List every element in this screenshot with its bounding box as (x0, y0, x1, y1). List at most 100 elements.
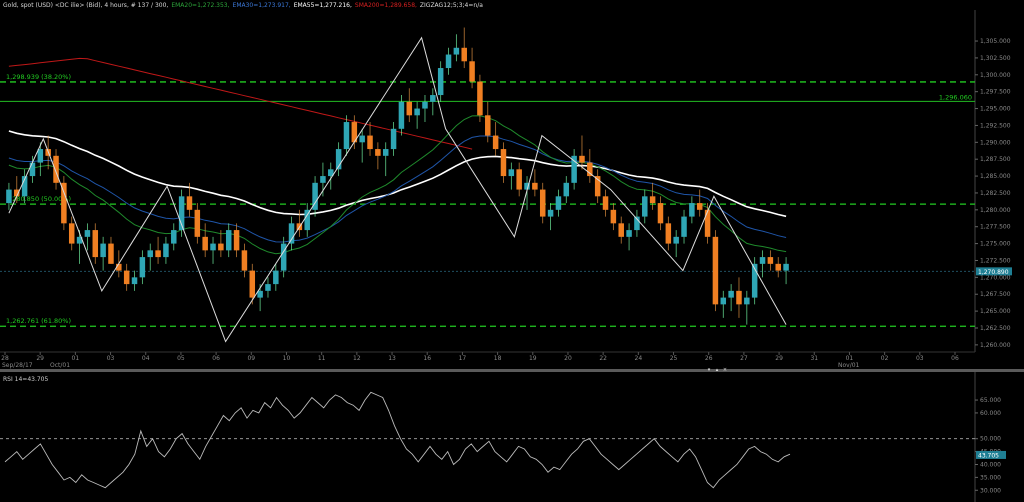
candle-body (736, 290, 742, 305)
candle-body (37, 149, 44, 163)
candle-body (775, 263, 781, 271)
candle-body (492, 135, 499, 150)
candle-body (359, 135, 365, 143)
price-tick-label: 1,295.000 (980, 106, 1011, 113)
candle-body (516, 169, 522, 190)
time-tick-label: 12 (353, 355, 361, 362)
time-tick-label: 17 (459, 355, 467, 362)
candle-body (610, 209, 617, 224)
rsi-last-label: 43.705 (978, 452, 999, 459)
time-tick-label: 29 (36, 355, 44, 362)
candle-body (225, 230, 232, 251)
price-tick-label: 1,285.000 (980, 173, 1011, 180)
candle-body (744, 297, 750, 305)
candle-body (508, 169, 515, 177)
candle-body (453, 47, 460, 55)
candle-body (689, 203, 695, 217)
candle-body (681, 216, 687, 237)
candle-body (249, 270, 256, 298)
candle-body (500, 149, 507, 177)
candle-body (539, 189, 546, 217)
time-tick-label: 06 (212, 355, 220, 362)
candle-body (642, 196, 648, 217)
candle-body (767, 257, 774, 264)
candle-body (602, 196, 609, 210)
time-tick-label: 04 (142, 355, 150, 362)
time-tick-label: 16 (423, 355, 431, 362)
candle-body (563, 182, 570, 197)
rsi-chart[interactable]: 65.00060.00050.00045.00040.00035.00030.0… (0, 372, 1024, 502)
candle-body (414, 108, 420, 116)
horizontal-line-label: 1,296.060 (939, 93, 972, 101)
candle-body (445, 54, 452, 69)
rsi-tick-label: 65.000 (980, 397, 1001, 404)
rsi-tick-label: 30.000 (980, 487, 1001, 494)
candle-body (783, 263, 789, 271)
candle-body (92, 230, 99, 258)
time-tick-label: 01 (846, 355, 854, 362)
candle-body (171, 230, 177, 244)
time-tick-label: 11 (318, 355, 326, 362)
candle-body (155, 250, 161, 258)
candle-body (218, 243, 224, 251)
price-tick-label: 1,272.500 (980, 257, 1011, 264)
candle-body (712, 236, 719, 305)
candle-body (131, 277, 138, 285)
ema30-label: EMA30=1,273.917, (232, 2, 291, 9)
candle-body (579, 155, 585, 163)
fib-level-label: 1,298.939 (38.20%) (6, 73, 71, 81)
candle-body (657, 203, 664, 224)
candle-body (728, 290, 734, 298)
candle-body (461, 47, 467, 62)
time-tick-label: 13 (388, 355, 396, 362)
time-tick-label: 19 (529, 355, 537, 362)
candle-body (6, 189, 12, 204)
price-tick-label: 1,280.000 (980, 207, 1011, 214)
candle-body (626, 230, 632, 237)
zigzag-label: ZIGZAG12;5;3;4=n/a (419, 2, 483, 9)
time-tick-label: 29 (775, 355, 783, 362)
time-tick-label: 09 (247, 355, 255, 362)
candle-body (233, 230, 240, 251)
time-tick-label: 18 (494, 355, 502, 362)
candle-body (696, 203, 703, 210)
candle-body (123, 270, 130, 285)
ema20-label: EMA20=1,272.353, (171, 2, 230, 9)
candle-body (430, 95, 436, 102)
candle-body (367, 135, 373, 150)
last-price-label: 1,270.890 (978, 269, 1009, 276)
candle-body (68, 223, 75, 244)
price-tick-label: 1,290.000 (980, 139, 1011, 146)
candle-body (163, 243, 169, 258)
candle-body (53, 155, 59, 183)
sma200-label: SMA200=1,289.658, (354, 2, 417, 9)
price-tick-label: 1,277.500 (980, 224, 1011, 231)
price-tick-label: 1,287.500 (980, 156, 1011, 163)
rsi-tick-label: 35.000 (980, 474, 1001, 481)
price-tick-label: 1,282.500 (980, 190, 1011, 197)
time-sub-label: Oct/01 (50, 362, 70, 369)
time-tick-label: 03 (107, 355, 115, 362)
candle-body (587, 162, 593, 177)
candle-body (343, 122, 350, 150)
candle-body (665, 223, 672, 244)
price-chart[interactable]: 1,260.000 1,262.500 1,265.000 1,267.500 1,27… (0, 0, 1024, 369)
candle-body (547, 209, 554, 217)
time-tick-label: 24 (635, 355, 643, 362)
price-tick-label: 1,300.000 (980, 72, 1011, 79)
candle-body (375, 149, 381, 156)
candle-body (147, 250, 153, 258)
price-tick-label: 1,305.000 (980, 38, 1011, 45)
ema55-label: EMA55=1,277.216, (293, 2, 352, 9)
price-tick-label: 1,260.000 (980, 342, 1011, 349)
candle-body (320, 176, 326, 183)
candle-body (108, 243, 114, 264)
time-tick-label: 20 (564, 355, 572, 362)
candle-body (532, 182, 538, 190)
time-tick-label: 03 (916, 355, 924, 362)
chart-window: 1,260.000 1,262.500 1,265.000 1,267.500 1,27… (0, 0, 1024, 502)
candle-body (273, 270, 279, 285)
time-tick-label: 31 (810, 355, 818, 362)
time-tick-label: 05 (177, 355, 185, 362)
time-sub-label: Nov/01 (838, 362, 860, 369)
